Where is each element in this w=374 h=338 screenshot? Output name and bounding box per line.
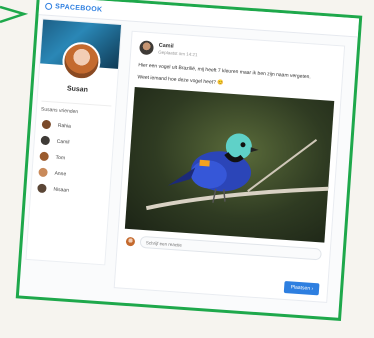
post-button[interactable]: Plaatsen › [284, 281, 320, 296]
post-photo[interactable] [124, 87, 335, 243]
post-card: Camil Geplaatst om 14:21 Hier een vogel … [113, 30, 346, 303]
profile-cover [40, 19, 122, 82]
profile-sidebar: Susan Susans vrienden Rahia Camil Tom Anne N… [25, 18, 123, 266]
profile-name: Susan [66, 85, 89, 94]
friend-name: Rahia [57, 122, 72, 130]
profile-avatar[interactable] [61, 40, 102, 82]
friends-heading: Susans vrienden [40, 100, 112, 118]
friend-name: Camil [56, 138, 70, 146]
commenter-avatar [125, 236, 136, 246]
author-avatar[interactable] [139, 40, 154, 56]
friend-item[interactable]: Camil [40, 135, 107, 150]
friend-item[interactable]: Anne [38, 167, 104, 182]
friend-name: Tom [55, 154, 66, 161]
logo-icon [44, 2, 53, 10]
app-window: SPACEBOOK Susan Susans vrienden Rahia Cam… [15, 0, 363, 321]
friend-name: Nisaan [53, 186, 70, 194]
bird-photo-illustration [145, 133, 329, 211]
friend-avatar [41, 119, 52, 130]
friend-avatar [38, 167, 48, 178]
friend-item[interactable]: Tom [39, 151, 105, 166]
friend-item[interactable]: Rahia [41, 119, 108, 134]
brand-name: SPACEBOOK [54, 2, 103, 14]
friend-avatar [37, 183, 47, 194]
friends-list: Rahia Camil Tom Anne Nisaan [31, 119, 114, 197]
friend-avatar [40, 135, 51, 146]
friend-item[interactable]: Nisaan [37, 183, 103, 198]
friend-name: Anne [54, 170, 67, 177]
friend-avatar [39, 151, 49, 162]
